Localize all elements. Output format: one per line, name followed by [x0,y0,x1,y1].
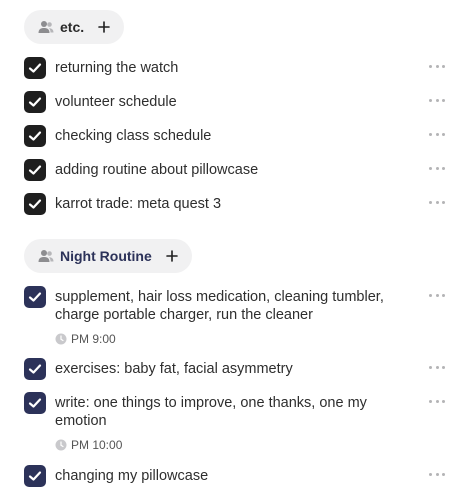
more-options-button[interactable] [429,470,445,478]
more-options-button[interactable] [429,363,445,371]
checkmark-icon [28,97,42,107]
people-icon [38,249,54,263]
more-options-button[interactable] [429,198,445,206]
group-header-night-routine[interactable]: Night Routine [24,239,192,273]
task-checkbox[interactable] [24,193,46,215]
more-options-button[interactable] [429,96,445,104]
checkmark-icon [28,63,42,73]
task-checkbox[interactable] [24,159,46,181]
add-task-button[interactable] [164,248,180,264]
clock-icon [55,439,67,451]
task-checkbox[interactable] [24,125,46,147]
checkmark-icon [28,364,42,374]
checkmark-icon [28,398,42,408]
task-text[interactable]: exercises: baby fat, facial asymmetry [55,360,420,378]
more-options-button[interactable] [429,291,445,299]
task-text[interactable]: karrot trade: meta quest 3 [55,195,420,213]
task-text[interactable]: volunteer schedule [55,93,420,111]
checkmark-icon [28,165,42,175]
more-options-button[interactable] [429,62,445,70]
task-checkbox[interactable] [24,358,46,380]
task-time-label: PM 10:00 [71,438,123,452]
task-checkbox[interactable] [24,392,46,414]
task-time: PM 10:00 [55,438,122,452]
clock-icon [55,333,67,345]
add-task-button[interactable] [96,19,112,35]
task-time-label: PM 9:00 [71,332,116,346]
group-header-etc[interactable]: etc. [24,10,125,44]
checkmark-icon [28,199,42,209]
task-text[interactable]: supplement, hair loss medication, cleani… [55,288,420,324]
checkmark-icon [28,131,42,141]
task-checkbox[interactable] [24,57,46,79]
checkmark-icon [28,292,42,302]
task-text[interactable]: changing my pillowcase [55,467,420,485]
more-options-button[interactable] [429,130,445,138]
task-checkbox[interactable] [24,465,46,487]
task-text[interactable]: returning the watch [55,59,420,77]
more-options-button[interactable] [429,164,445,172]
task-text[interactable]: checking class schedule [55,127,420,145]
checkmark-icon [28,471,42,481]
task-checkbox[interactable] [24,91,46,113]
group-title: Night Routine [60,248,152,264]
people-icon [38,20,54,34]
group-title: etc. [60,19,85,35]
more-options-button[interactable] [429,397,445,405]
task-text[interactable]: write: one things to improve, one thanks… [55,394,420,430]
task-text[interactable]: adding routine about pillowcase [55,161,420,179]
task-time: PM 9:00 [55,332,116,346]
task-checkbox[interactable] [24,286,46,308]
